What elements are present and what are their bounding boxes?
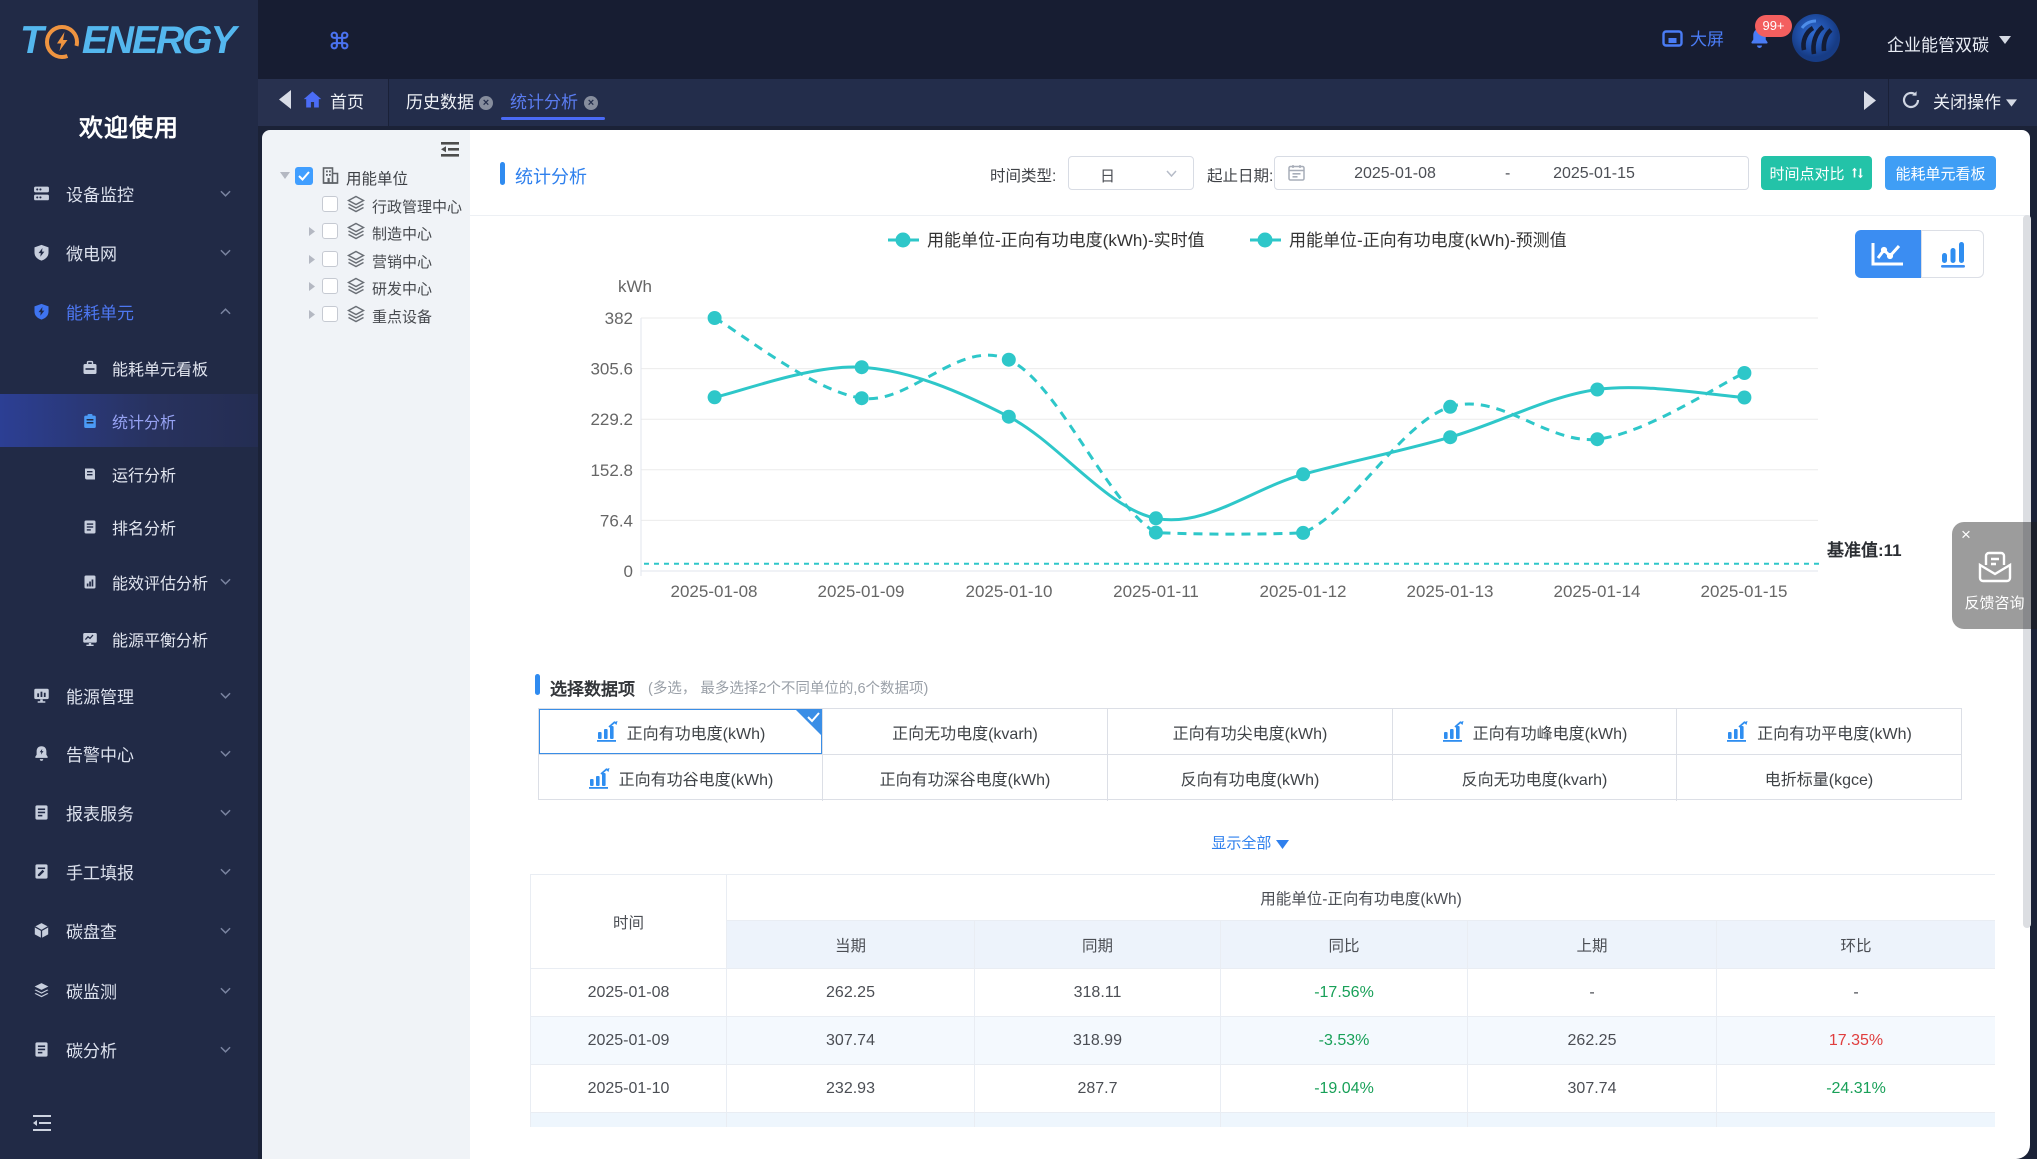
svg-text:用能单位-正向有功电度(kWh)-实时值: 用能单位-正向有功电度(kWh)-实时值 [927,231,1205,250]
svg-text:kWh: kWh [618,277,652,296]
svg-text:2025-01-13: 2025-01-13 [1407,582,1494,601]
svg-text:基准值:11: 基准值:11 [1826,540,1902,560]
svg-text:2025-01-10: 2025-01-10 [966,582,1053,601]
svg-text:2025-01-15: 2025-01-15 [1701,582,1788,601]
svg-text:2025-01-08: 2025-01-08 [671,582,758,601]
svg-text:229.2: 229.2 [590,410,633,429]
svg-text:0: 0 [624,562,633,581]
svg-text:382: 382 [605,309,633,328]
svg-text:76.4: 76.4 [600,511,633,530]
svg-text:2025-01-14: 2025-01-14 [1554,582,1641,601]
svg-text:用能单位-正向有功电度(kWh)-预测值: 用能单位-正向有功电度(kWh)-预测值 [1289,231,1567,250]
svg-text:2025-01-12: 2025-01-12 [1260,582,1347,601]
svg-text:2025-01-11: 2025-01-11 [1113,582,1199,601]
svg-text:305.6: 305.6 [590,360,633,379]
svg-text:152.8: 152.8 [590,461,633,480]
svg-text:2025-01-09: 2025-01-09 [818,582,905,601]
